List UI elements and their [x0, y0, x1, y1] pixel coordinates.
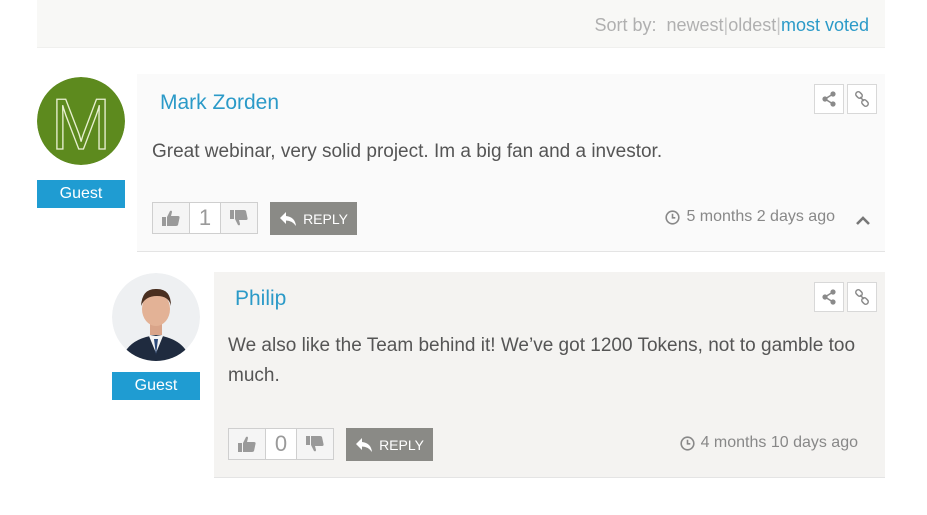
share-button[interactable]: [814, 282, 844, 312]
thumbs-down-icon: [306, 436, 324, 452]
thumbs-down-icon: [230, 210, 248, 226]
vote-count: 0: [265, 429, 297, 459]
downvote-button[interactable]: [221, 203, 257, 233]
avatar-mark-zorden: M: [37, 77, 125, 165]
chevron-up-icon: [856, 216, 870, 225]
comment-text: Great webinar, very solid project. Im a …: [152, 141, 663, 162]
comment-author[interactable]: Mark Zorden: [160, 91, 279, 115]
vote-widget: 0: [228, 428, 334, 460]
downvote-button[interactable]: [297, 429, 333, 459]
share-icon: [822, 289, 836, 305]
sort-option-oldest[interactable]: oldest: [728, 15, 776, 35]
link-icon: [855, 289, 869, 305]
sort-option-most-voted[interactable]: most voted: [781, 15, 869, 35]
reply-button[interactable]: REPLY: [270, 202, 357, 235]
thumbs-up-icon: [238, 436, 256, 452]
clock-icon: [679, 435, 695, 451]
guest-badge: Guest: [112, 372, 200, 400]
reply-label: REPLY: [379, 436, 424, 453]
share-icon: [822, 91, 836, 107]
comment-timestamp[interactable]: 4 months 10 days ago: [679, 434, 858, 452]
upvote-button[interactable]: [229, 429, 265, 459]
thumbs-up-icon: [162, 210, 180, 226]
comment-tools: [814, 84, 877, 114]
upvote-button[interactable]: [153, 203, 189, 233]
sort-bar: Sort by: newest|oldest|most voted: [37, 0, 885, 48]
vote-count: 1: [189, 203, 221, 233]
reply-arrow-icon: [356, 437, 373, 452]
avatar-philip: [112, 273, 200, 361]
sort-controls: Sort by: newest|oldest|most voted: [594, 15, 869, 36]
sort-option-newest[interactable]: newest: [666, 15, 723, 35]
reply-label: REPLY: [303, 210, 348, 227]
link-button[interactable]: [847, 84, 877, 114]
reply-arrow-icon: [280, 211, 297, 226]
timestamp-text: 4 months 10 days ago: [700, 434, 858, 451]
share-button[interactable]: [814, 84, 844, 114]
comment-tools: [814, 282, 877, 312]
timestamp-text: 5 months 2 days ago: [686, 208, 835, 225]
comment-timestamp[interactable]: 5 months 2 days ago: [665, 208, 835, 226]
comment-text: We also like the Team behind it! We’ve g…: [228, 335, 856, 386]
comment-mark-zorden: Mark Zorden Great webinar, very solid pr…: [137, 74, 885, 252]
clock-icon: [665, 209, 681, 225]
sort-label: Sort by:: [594, 15, 657, 35]
link-button[interactable]: [847, 282, 877, 312]
comment-author[interactable]: Philip: [235, 287, 286, 311]
avatar-letter: M: [51, 85, 111, 165]
vote-widget: 1: [152, 202, 258, 234]
link-icon: [855, 91, 869, 107]
guest-badge: Guest: [37, 180, 125, 208]
comment-philip: Philip We also like the Team behind it! …: [214, 272, 885, 478]
reply-button[interactable]: REPLY: [346, 428, 433, 461]
collapse-toggle[interactable]: [853, 210, 873, 230]
